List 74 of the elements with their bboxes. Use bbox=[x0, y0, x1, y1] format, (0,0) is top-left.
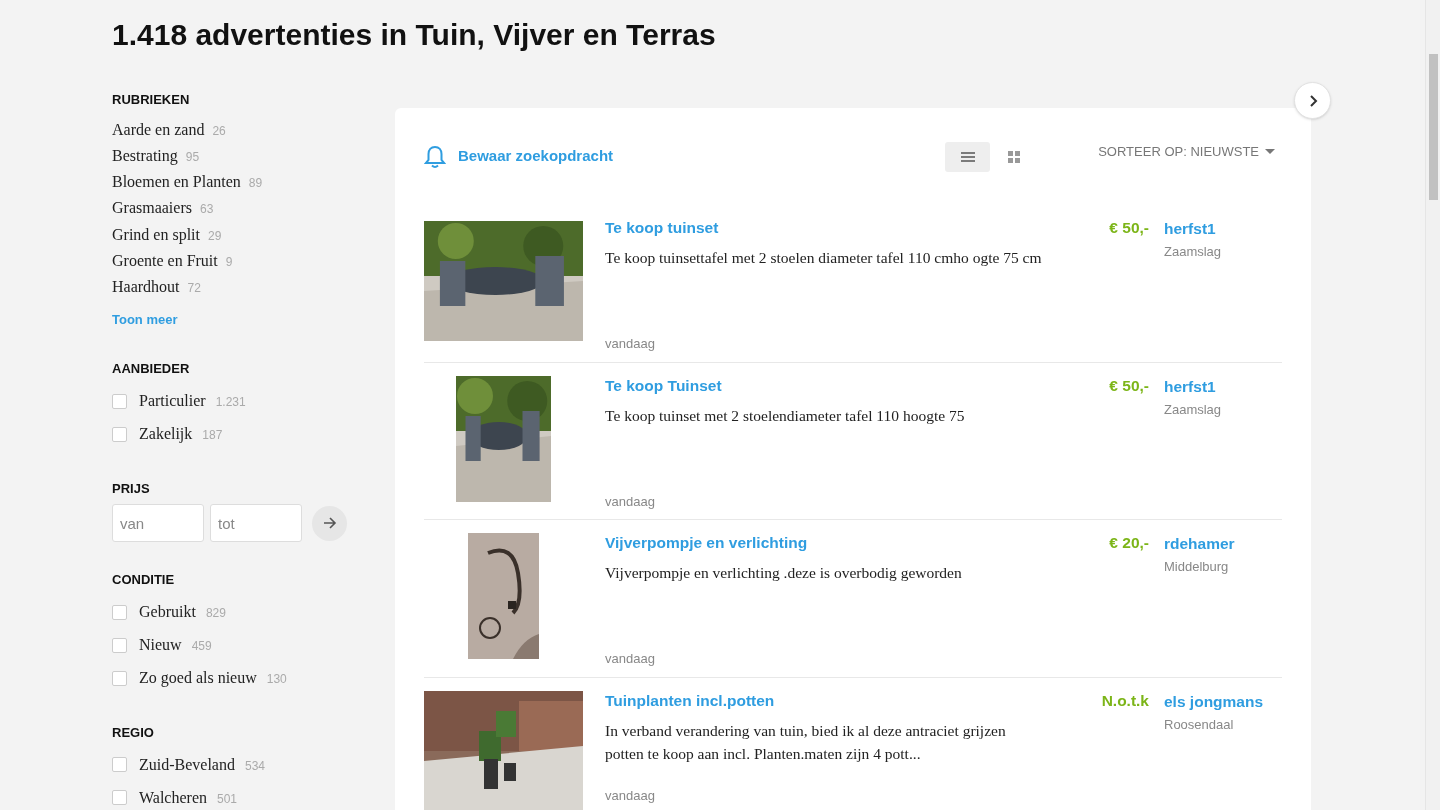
seller-link[interactable]: els jongmans bbox=[1164, 690, 1282, 713]
checkbox[interactable] bbox=[112, 757, 127, 773]
category-link[interactable]: Haardhout 72 bbox=[112, 275, 352, 302]
option-label: Particulier bbox=[139, 391, 206, 412]
chevron-right-icon bbox=[1307, 94, 1318, 107]
option-label: Nieuw bbox=[139, 635, 182, 656]
scrollbar-thumb[interactable] bbox=[1428, 54, 1438, 200]
option-count: 501 bbox=[217, 790, 238, 808]
listing-date: vandaag bbox=[605, 787, 656, 805]
listing-date: vandaag bbox=[605, 492, 656, 511]
listing-price: N.o.t.k bbox=[1100, 690, 1149, 711]
checkbox[interactable] bbox=[112, 670, 127, 686]
seller-link[interactable]: rdehamer bbox=[1164, 533, 1282, 555]
checkbox[interactable] bbox=[112, 604, 127, 620]
option-label: Zakelijk bbox=[139, 424, 193, 445]
option-count: 130 bbox=[266, 671, 287, 689]
option-label: Zuid-Beveland bbox=[139, 754, 235, 775]
listing-date: vandaag bbox=[605, 335, 656, 353]
option-count: 534 bbox=[244, 757, 265, 775]
section-heading: RUBRIEKEN bbox=[112, 91, 191, 109]
page-title: 1.418 advertenties in Tuin, Vijver en Terras bbox=[112, 17, 717, 53]
listing-description: Vijverpompje en verlichting .deze is overbodig geworden bbox=[605, 563, 963, 583]
listing-location: Roosendaal bbox=[1164, 715, 1235, 734]
seller-link[interactable]: herfst1 bbox=[1164, 218, 1282, 240]
option-label: Gebruikt bbox=[139, 602, 196, 623]
option-count: 187 bbox=[202, 427, 223, 445]
grid-icon bbox=[1007, 150, 1020, 163]
listing-description: In verband verandering van tuin, bied ik al deze antraciet grijzen potten te koop aan incl. Planten.maten zijn 4 pott... bbox=[605, 720, 1007, 764]
section-heading: AANBIEDER bbox=[112, 360, 191, 379]
apply-button[interactable] bbox=[312, 505, 347, 541]
scrollbar[interactable] bbox=[1425, 0, 1440, 810]
category-link[interactable]: Aarde en zand 26 bbox=[112, 117, 352, 144]
category-link[interactable]: Bloemen en Planten 89 bbox=[112, 170, 352, 197]
listing-description: Te koop tuinset met 2 stoelendiameter tafel 110 hoogte 75 bbox=[605, 405, 966, 426]
checkbox[interactable] bbox=[112, 790, 127, 806]
listing-title-link[interactable]: Vijverpompje en verlichting bbox=[605, 533, 1045, 553]
price-field[interactable]: tot bbox=[210, 504, 302, 543]
option-count: 459 bbox=[191, 638, 212, 656]
list-icon bbox=[960, 151, 975, 162]
next-button[interactable] bbox=[1294, 82, 1331, 119]
listing-title-link[interactable]: Te koop tuinset bbox=[605, 218, 1045, 238]
checkbox[interactable] bbox=[112, 426, 127, 442]
save-search-link[interactable]: Bewaar zoekopdracht bbox=[424, 144, 614, 169]
sort-dropdown[interactable]: SORTEER OP: NIEUWSTE bbox=[1098, 141, 1275, 162]
section-heading: REGIO bbox=[112, 723, 155, 742]
view-list-button[interactable] bbox=[945, 141, 991, 172]
checkbox[interactable] bbox=[112, 393, 127, 409]
bell-icon bbox=[424, 144, 446, 169]
listing-date: vandaag bbox=[605, 650, 656, 668]
category-link[interactable]: Bestrating 95 bbox=[112, 143, 352, 171]
show-more-link[interactable]: Toon meer bbox=[112, 309, 352, 330]
category-link[interactable]: Groente en Fruit 9 bbox=[112, 249, 352, 276]
listing-location: Zaamslag bbox=[1164, 243, 1223, 261]
listing-description: Te koop tuinsettafel met 2 stoelen diameter tafel 110 cmho ogte 75 cm bbox=[605, 248, 1043, 268]
section-heading: PRIJS bbox=[112, 479, 151, 498]
checkbox[interactable] bbox=[112, 637, 127, 653]
listing-price: € 50,- bbox=[1108, 218, 1149, 238]
option-count: 829 bbox=[205, 605, 226, 623]
listing-title-link[interactable]: Te koop Tuinset bbox=[605, 375, 1045, 396]
listing-location: Zaamslag bbox=[1164, 400, 1223, 419]
category-link[interactable]: Grasmaaiers 63 bbox=[112, 196, 352, 223]
listing-title-link[interactable]: Tuinplanten incl.potten bbox=[605, 690, 1045, 711]
option-label: Walcheren bbox=[139, 787, 207, 808]
option-label: Zo goed als nieuw bbox=[139, 668, 257, 689]
price-field[interactable]: van bbox=[112, 504, 204, 543]
option-count: 1.231 bbox=[215, 394, 246, 412]
caret-down-icon bbox=[1265, 149, 1275, 154]
section-heading: CONDITIE bbox=[112, 571, 176, 590]
arrow-right-icon bbox=[322, 517, 337, 530]
seller-link[interactable]: herfst1 bbox=[1164, 375, 1282, 398]
listing-price: € 50,- bbox=[1108, 375, 1149, 396]
category-link[interactable]: Grind en split 29 bbox=[112, 222, 352, 249]
listing-price: € 20,- bbox=[1108, 533, 1149, 553]
listing-location: Middelburg bbox=[1164, 558, 1230, 576]
